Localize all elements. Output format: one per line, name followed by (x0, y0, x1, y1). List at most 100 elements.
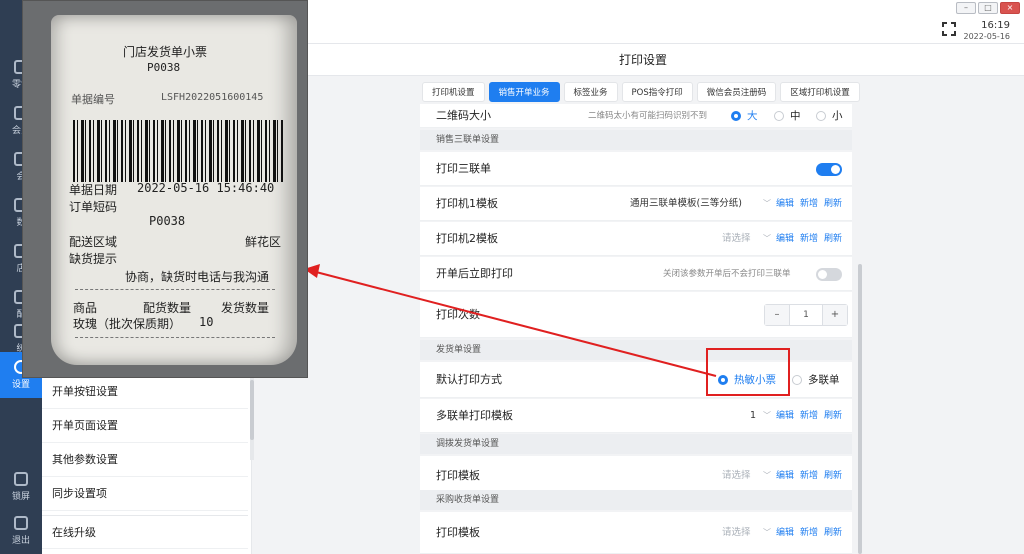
receipt-col-qty: 配货数量 (143, 301, 192, 315)
qr-large-label[interactable]: 大 (747, 104, 758, 128)
printer2-refresh-link[interactable]: 刷新 (824, 222, 842, 256)
receipt-title: 门店发货单小票 (123, 45, 208, 59)
print-triple-toggle[interactable] (816, 163, 842, 176)
receipt-col-goods: 商品 (73, 301, 98, 315)
print-count-stepper: – 1 + (764, 304, 848, 326)
receipt-doc-no: LSFH2022051600145 (161, 92, 264, 103)
chevron-down-icon[interactable]: ﹀ (763, 222, 771, 256)
default-mode-label: 默认打印方式 (436, 373, 502, 386)
minimize-button[interactable]: – (956, 2, 976, 14)
receipt-col-ship: 发货数量 (221, 301, 270, 315)
receipt-code-top: P0038 (147, 61, 181, 74)
app-window: 零售 会员 会 数 店 配 统 设置 锁屏 退出 – □ × 16:19 202… (0, 0, 1024, 554)
qr-medium-label[interactable]: 中 (790, 104, 801, 128)
printer1-select[interactable]: 通用三联单模板(三等分纸) (630, 187, 742, 221)
receipt-item-name: 玫瑰（批次保质期） (73, 317, 182, 331)
tab-label[interactable]: 标签业务 (563, 82, 618, 102)
window-controls: – □ × (956, 2, 1020, 14)
qr-size-label: 二维码大小 (436, 109, 491, 122)
purchase-edit-link[interactable]: 编辑 (776, 512, 794, 554)
receipt-area-label: 配送区域 (69, 235, 118, 249)
lock-icon (14, 472, 28, 486)
tab-wechat-code[interactable]: 微信会员注册码 (696, 82, 777, 102)
content-scrollbar[interactable] (858, 264, 862, 554)
mode-multi-radio[interactable] (792, 375, 802, 385)
settings-content: 二维码大小 二维码太小有可能扫码识别不到 大 中 小 销售三联单设置 打印三联单… (420, 104, 852, 554)
print-count-label: 打印次数 (436, 308, 480, 321)
tab-printer[interactable]: 打印机设置 (422, 82, 485, 102)
qr-small-radio[interactable] (816, 111, 826, 121)
receipt-divider (75, 289, 275, 290)
chevron-down-icon[interactable]: ﹀ (763, 399, 771, 433)
rail-item-logout[interactable]: 退出 (0, 508, 42, 554)
receipt-item-qty: 10 (199, 315, 214, 329)
rail-item-lock[interactable]: 锁屏 (0, 464, 42, 510)
auto-print-label: 开单后立即打印 (436, 267, 513, 280)
multi-edit-link[interactable]: 编辑 (776, 399, 794, 433)
qr-size-hint: 二维码太小有可能扫码识别不到 (588, 111, 708, 121)
print-triple-label: 打印三联单 (436, 162, 491, 175)
receipt-paper: 门店发货单小票 P0038 单据编号 LSFH2022051600145 单据日… (51, 15, 297, 365)
tab-sales-order[interactable]: 销售开单业务 (488, 82, 560, 102)
tab-bar: 打印机设置 销售开单业务 标签业务 POS指令打印 微信会员注册码 区域打印机设… (422, 82, 860, 102)
multi-add-link[interactable]: 新增 (800, 399, 818, 433)
section-triple: 销售三联单设置 (420, 130, 852, 150)
printer2-select[interactable]: 请选择 (722, 222, 751, 256)
chevron-down-icon[interactable]: ﹀ (763, 187, 771, 221)
section-purchase: 采购收货单设置 (420, 490, 852, 510)
printer1-add-link[interactable]: 新增 (800, 187, 818, 221)
row-print-count: 打印次数 – 1 + (420, 292, 852, 338)
annotation-highlight-box (706, 348, 790, 396)
row-purchase-template: 打印模板 请选择 ﹀ 编辑 新增 刷新 (420, 512, 852, 554)
barcode (73, 120, 283, 182)
row-printer2-template: 打印机2模板 请选择 ﹀ 编辑 新增 刷新 (420, 222, 852, 256)
purchase-template-select[interactable]: 请选择 (722, 512, 751, 554)
print-count-input[interactable]: 1 (789, 305, 823, 325)
row-auto-print: 开单后立即打印 关闭该参数开单后不会打印三联单 (420, 257, 852, 291)
printer2-edit-link[interactable]: 编辑 (776, 222, 794, 256)
multi-template-select[interactable]: 1 (750, 399, 756, 433)
mode-multi-label[interactable]: 多联单 (808, 362, 840, 398)
fullscreen-icon[interactable] (942, 22, 956, 36)
maximize-button[interactable]: □ (978, 2, 998, 14)
menu-item-sync[interactable]: 同步设置项 (42, 477, 248, 511)
qr-small-label[interactable]: 小 (832, 104, 843, 128)
page-title: 打印设置 (262, 44, 1024, 76)
printer2-label: 打印机2模板 (436, 232, 498, 245)
printer1-refresh-link[interactable]: 刷新 (824, 187, 842, 221)
multi-refresh-link[interactable]: 刷新 (824, 399, 842, 433)
multi-template-label: 多联单打印模板 (436, 409, 513, 422)
purchase-refresh-link[interactable]: 刷新 (824, 512, 842, 554)
menu-item-order-buttons[interactable]: 开单按钮设置 (42, 375, 248, 409)
menu-item-update[interactable]: 在线升级 (42, 515, 248, 549)
printer1-label: 打印机1模板 (436, 197, 498, 210)
receipt-shortage: 协商，缺货时电话与我沟通 (125, 270, 270, 284)
qr-large-radio[interactable] (731, 111, 741, 121)
row-multi-template: 多联单打印模板 1 ﹀ 编辑 新增 刷新 (420, 399, 852, 433)
chevron-down-icon[interactable]: ﹀ (763, 512, 771, 554)
main-panel: 打印设置 打印机设置 销售开单业务 标签业务 POS指令打印 微信会员注册码 区… (262, 44, 1024, 554)
receipt-shortage-label: 缺货提示 (69, 252, 118, 266)
clock-time: 16:19 (981, 20, 1010, 31)
auto-print-hint: 关闭该参数开单后不会打印三联单 (663, 269, 791, 279)
receipt-short-label: 订单短码 (69, 200, 118, 214)
clock: 16:19 2022-05-16 (964, 20, 1011, 41)
auto-print-toggle[interactable] (816, 268, 842, 281)
menu-item-other-params[interactable]: 其他参数设置 (42, 443, 248, 477)
qr-medium-radio[interactable] (774, 111, 784, 121)
purchase-template-label: 打印模板 (436, 526, 480, 539)
purchase-add-link[interactable]: 新增 (800, 512, 818, 554)
tab-area-printer[interactable]: 区域打印机设置 (780, 82, 860, 102)
clock-date: 2022-05-16 (963, 32, 1011, 41)
increment-button[interactable]: + (823, 305, 847, 325)
tab-pos-command[interactable]: POS指令打印 (621, 82, 693, 102)
row-print-triple: 打印三联单 (420, 152, 852, 186)
printer2-add-link[interactable]: 新增 (800, 222, 818, 256)
close-button[interactable]: × (1000, 2, 1020, 14)
receipt-photo: 门店发货单小票 P0038 单据编号 LSFH2022051600145 单据日… (22, 0, 308, 378)
menu-item-order-page[interactable]: 开单页面设置 (42, 409, 248, 443)
printer1-edit-link[interactable]: 编辑 (776, 187, 794, 221)
receipt-divider (75, 337, 275, 338)
decrement-button[interactable]: – (765, 305, 789, 325)
row-qr-size: 二维码大小 二维码太小有可能扫码识别不到 大 中 小 (420, 104, 852, 128)
